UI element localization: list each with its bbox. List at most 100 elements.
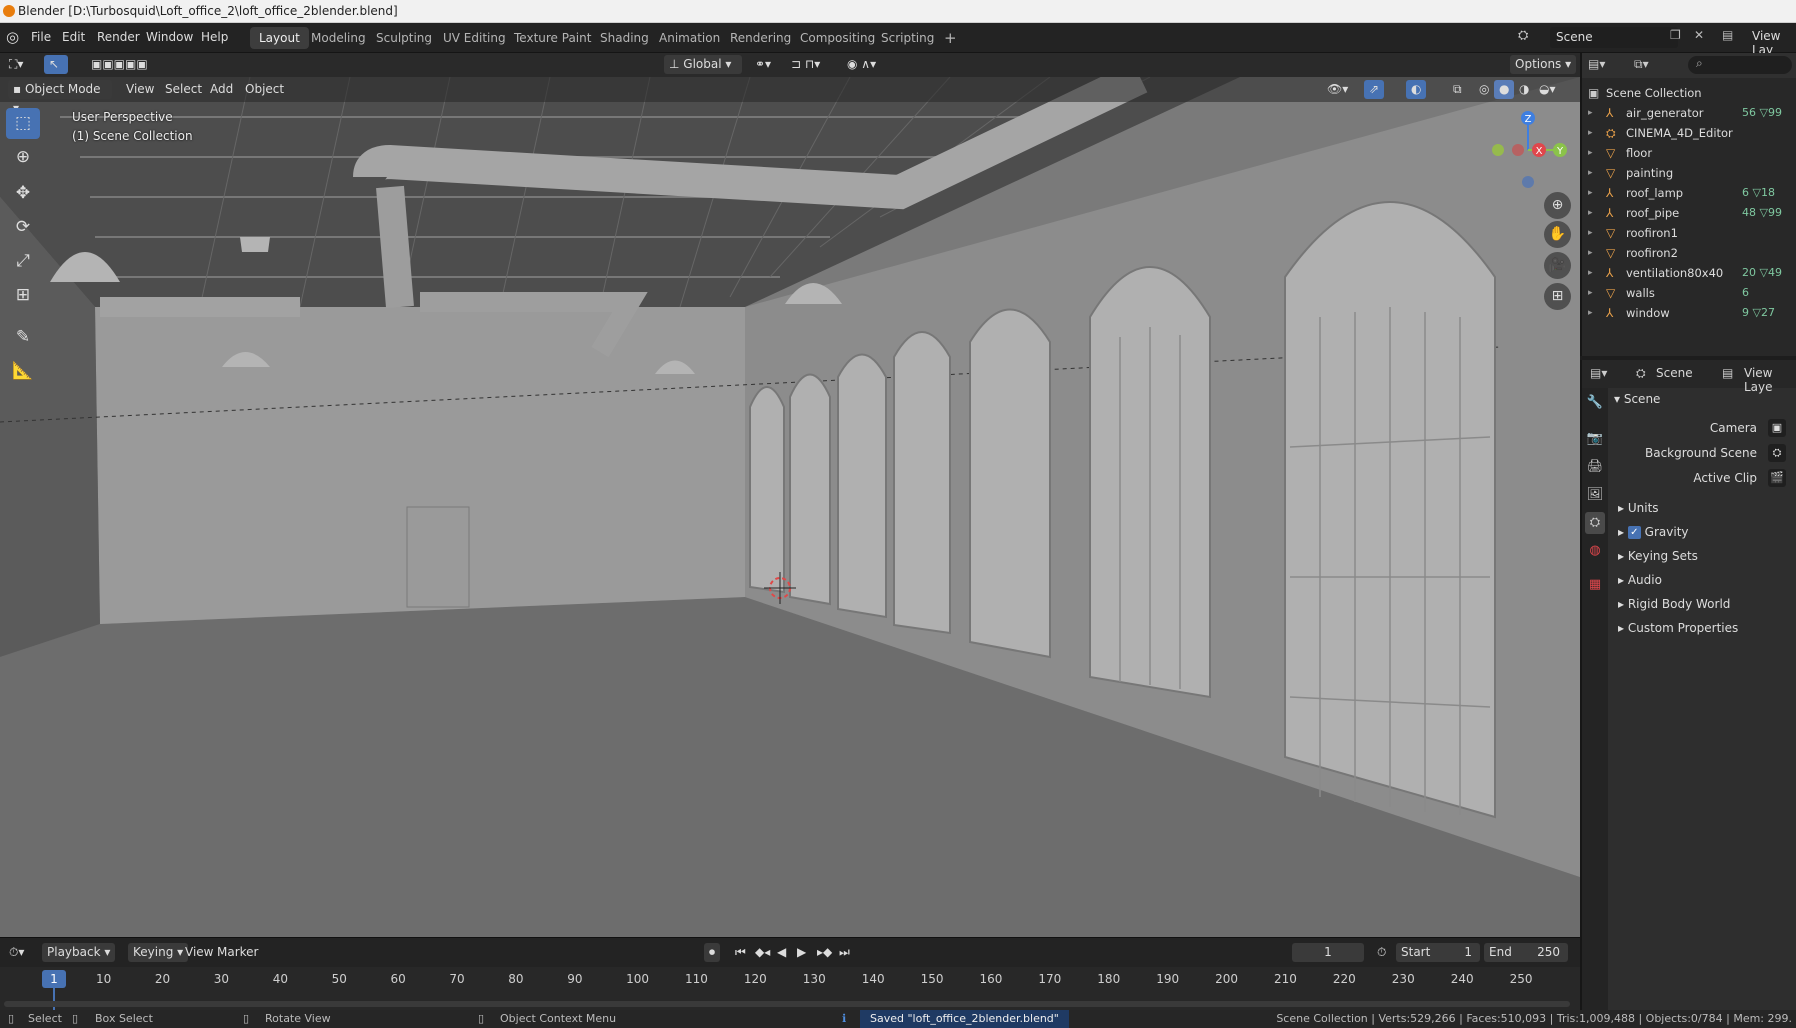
tab-uv-editing[interactable]: UV Editing [434,27,515,49]
measure-icon[interactable]: 📐 [6,356,40,387]
search-icon[interactable]: ⌕ [1688,56,1792,74]
expand-arrow-icon[interactable]: ▸ [1588,263,1593,283]
3d-viewport[interactable] [0,77,1580,937]
pivot-icon[interactable]: ⚭▾ [750,55,776,74]
select-tool-icon[interactable]: ↖ [44,55,68,74]
rendered-shading-icon[interactable]: ◒▾ [1534,80,1561,99]
menu-view[interactable]: View [121,80,159,99]
menu-render[interactable]: Render [97,30,140,44]
playhead[interactable]: 1 [42,970,66,988]
properties-editor-icon[interactable]: ▤▾ [1590,366,1607,380]
material-shading-icon[interactable]: ◑ [1514,80,1534,99]
render-tab-icon[interactable]: 📷 [1585,428,1605,450]
background-scene-field[interactable]: ⛭ [1768,444,1786,462]
navigation-gizmo[interactable]: Z X Y [1488,108,1568,188]
gizmo-toggle-icon[interactable]: ⇗ [1364,80,1385,99]
expand-arrow-icon[interactable]: ▸ [1588,103,1593,123]
section-gravity[interactable]: ▸ ✓ Gravity [1618,525,1689,539]
section-units[interactable]: ▸ Units [1618,501,1659,515]
outliner-item[interactable]: ▸ ⛭ CINEMA_4D_Editor [1582,123,1796,143]
camera-icon[interactable]: 🎥 [1544,252,1571,279]
visibility-icon[interactable]: 👁▾ [1322,80,1353,99]
tab-sculpting[interactable]: Sculpting [367,27,441,49]
scene-tab-icon[interactable]: ⛭ [1585,512,1605,534]
props-view-layer-label[interactable]: View Laye [1744,366,1796,394]
outliner-item[interactable]: ▸ ▽ floor [1582,143,1796,163]
timeline[interactable]: 1 10 20 30 40 50 60 70 80 90 100 110 120 130 140 150 16… [0,967,1580,1010]
outliner-item[interactable]: ▸ ⅄ air_generator 56 ▽99 [1582,103,1796,123]
tool-tab-icon[interactable]: 🔧 [1585,392,1605,414]
texture-tab-icon[interactable]: ▦ [1585,574,1605,596]
expand-arrow-icon[interactable]: ▸ [1588,163,1593,183]
new-scene-icon[interactable]: ❐ [1670,28,1681,42]
menu-select[interactable]: Select [160,80,207,99]
tab-rendering[interactable]: Rendering [721,27,800,49]
outliner-item[interactable]: ▸ ⅄ roof_lamp 6 ▽18 [1582,183,1796,203]
tab-shading[interactable]: Shading [591,27,658,49]
wireframe-shading-icon[interactable]: ◎ [1474,80,1494,99]
blender-menu-icon[interactable]: ◎ [6,28,19,46]
outliner-root[interactable]: ▣ Scene Collection [1582,83,1796,103]
end-frame-field[interactable]: End 250 [1484,943,1568,962]
expand-arrow-icon[interactable]: ▸ [1588,123,1593,143]
play-icon[interactable]: ▶ [792,943,811,962]
annotate-icon[interactable]: ✎ [6,322,40,353]
select-mode-icons[interactable]: ▣▣▣▣▣ [86,55,153,74]
scene-type-icon[interactable]: ⛭ [1518,28,1528,43]
play-reverse-icon[interactable]: ◀ [772,943,791,962]
menu-window[interactable]: Window [146,30,193,44]
menu-object[interactable]: Object [240,80,289,99]
view-layer-tab-icon[interactable]: 🖼 [1585,484,1605,506]
tab-modeling[interactable]: Modeling [302,27,375,49]
zoom-icon[interactable]: ⊕ [1544,192,1571,219]
scene-selector[interactable]: Scene [1550,27,1678,48]
snap-icon[interactable]: ⊐ ⊓▾ [786,55,825,74]
menu-add[interactable]: Add [205,80,238,99]
transform-orientation-icon[interactable]: ⊥ Global ▾ [664,55,742,74]
add-workspace-icon[interactable]: + [935,27,966,49]
clock-icon[interactable]: ⏱ [1372,943,1391,962]
current-frame-field[interactable]: 1 [1292,943,1364,962]
tab-compositing[interactable]: Compositing [791,27,884,49]
section-audio[interactable]: ▸ Audio [1618,573,1662,587]
camera-field[interactable]: ▣ [1768,419,1786,437]
outliner-item[interactable]: ▸ ▽ roofiron2 [1582,243,1796,263]
world-tab-icon[interactable]: ◍ [1585,540,1605,562]
view-layer-icon[interactable]: ▤ [1722,28,1733,42]
scale-icon[interactable]: ⤢ [6,246,40,277]
outliner-item[interactable]: ▸ ⅄ window 9 ▽27 [1582,303,1796,323]
outliner-item[interactable]: ▸ ▽ roofiron1 [1582,223,1796,243]
record-icon[interactable]: ⏺ [704,943,721,962]
hand-icon[interactable]: ✋ [1544,221,1571,248]
cursor-icon[interactable]: ⊕ [6,142,40,173]
menu-edit[interactable]: Edit [62,30,85,44]
tab-scripting[interactable]: Scripting [872,27,943,49]
outliner-item[interactable]: ▸ ▽ walls 6 [1582,283,1796,303]
start-frame-field[interactable]: Start 1 [1396,943,1480,962]
transform-icon[interactable]: ⊞ [6,280,40,311]
section-rigid-body[interactable]: ▸ Rigid Body World [1618,597,1730,611]
expand-arrow-icon[interactable]: ▸ [1588,223,1593,243]
expand-arrow-icon[interactable]: ▸ [1588,203,1593,223]
expand-arrow-icon[interactable]: ▸ [1588,183,1593,203]
solid-shading-icon[interactable]: ● [1494,80,1515,99]
tab-texture-paint[interactable]: Texture Paint [505,27,600,49]
editor-type-icon[interactable]: ⛶▾ [4,55,28,74]
options-button[interactable]: Options ▾ [1510,55,1577,74]
jump-start-icon[interactable]: ⏮ [730,943,751,962]
proportional-edit-icon[interactable]: ◉ ∧▾ [842,55,881,74]
outliner-item[interactable]: ▸ ⅄ ventilation80x40 20 ▽49 [1582,263,1796,283]
tab-animation[interactable]: Animation [650,27,729,49]
gravity-checkbox[interactable]: ✓ [1627,526,1641,539]
select-box-icon[interactable]: ⬚ [6,108,40,139]
xray-icon[interactable]: ⧉ [1448,80,1467,99]
expand-arrow-icon[interactable]: ▸ [1588,303,1593,323]
rotate-icon[interactable]: ⟳ [6,212,40,243]
expand-arrow-icon[interactable]: ▸ [1588,143,1593,163]
menu-help[interactable]: Help [201,30,228,44]
menu-file[interactable]: File [31,30,51,44]
output-tab-icon[interactable]: 🖨 [1585,456,1605,478]
tab-layout[interactable]: Layout [250,27,309,49]
outliner-item[interactable]: ▸ ▽ painting [1582,163,1796,183]
active-clip-field[interactable]: 🎬 [1768,469,1786,487]
